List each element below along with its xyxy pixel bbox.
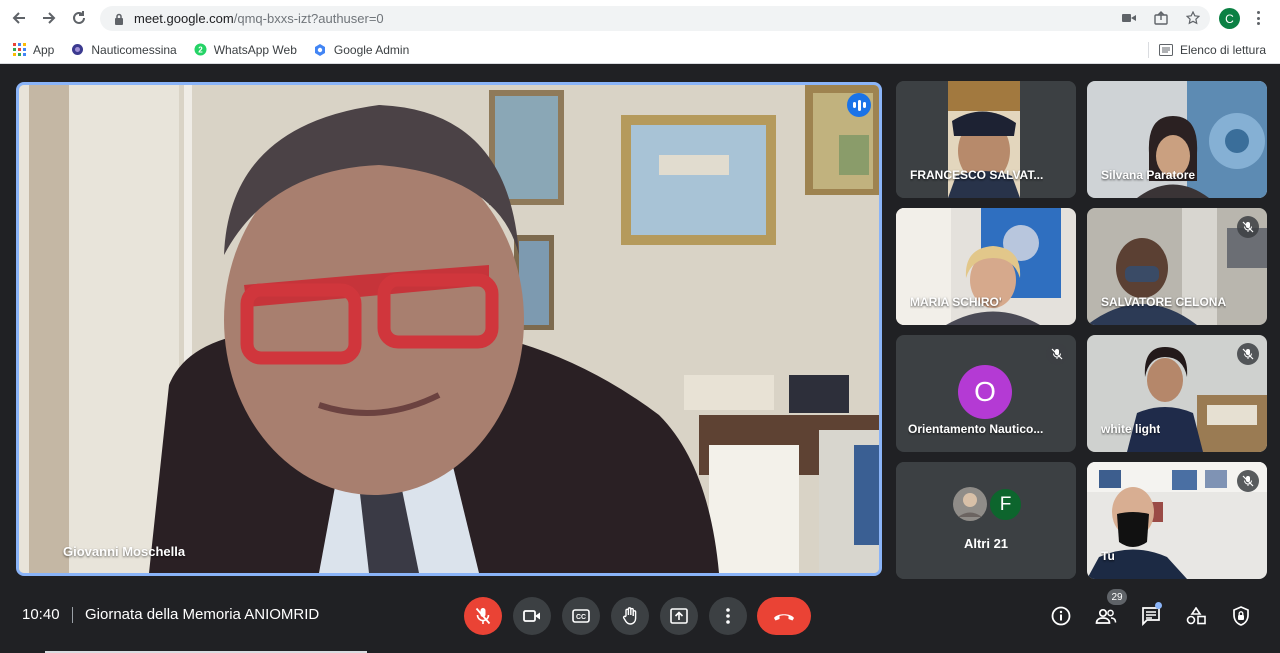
shield-lock-icon <box>1233 606 1249 626</box>
activities-button[interactable] <box>1183 603 1209 629</box>
participant-tile-self[interactable]: Tu <box>1087 462 1267 579</box>
mic-off-button[interactable] <box>464 597 502 635</box>
meeting-clock: 10:40 <box>22 606 60 623</box>
browser-toolbar: meet.google.com/qmq-bxxs-izt?authuser=0 … <box>0 0 1280 36</box>
meeting-title: Giornata della Memoria ANIOMRID <box>85 606 320 623</box>
muted-mic-icon <box>1237 470 1259 492</box>
participant-tile-orientamento[interactable]: O Orientamento Nautico... <box>896 335 1076 452</box>
bookmark-apps[interactable]: App <box>12 42 54 57</box>
share-icon[interactable] <box>1152 9 1170 27</box>
reading-list[interactable]: Elenco di lettura <box>1147 42 1266 58</box>
info-icon <box>1051 606 1071 626</box>
speaking-indicator-icon <box>847 93 871 117</box>
more-vert-icon[interactable] <box>1252 9 1264 27</box>
participant-name: white light <box>1101 422 1161 436</box>
reading-list-label: Elenco di lettura <box>1179 43 1266 57</box>
bookmark-nauticomessina[interactable]: Nauticomessina <box>70 42 177 57</box>
participant-tile-white-light[interactable]: white light <box>1087 335 1267 452</box>
profile-avatar[interactable]: C <box>1219 8 1240 29</box>
present-to-all-icon <box>670 608 688 624</box>
site-favicon-icon <box>70 42 85 57</box>
activities-shapes-icon <box>1186 607 1206 625</box>
reload-icon[interactable] <box>68 7 90 29</box>
reading-list-icon <box>1158 44 1173 56</box>
camera-button[interactable] <box>513 597 551 635</box>
apps-grid-icon <box>12 42 27 57</box>
videocam-icon <box>523 610 540 622</box>
lock-icon[interactable] <box>112 12 126 26</box>
meet-control-bar: 10:40 Giornata della Memoria ANIOMRID CC… <box>0 583 1280 653</box>
closed-captions-icon: CC <box>572 609 590 623</box>
whatsapp-icon: 2 <box>193 42 208 57</box>
svg-text:CC: CC <box>576 614 586 621</box>
call-end-icon <box>774 614 794 621</box>
participant-name: Orientamento Nautico... <box>908 422 1044 436</box>
back-arrow-icon[interactable] <box>8 7 30 29</box>
host-controls-button[interactable] <box>1228 603 1254 629</box>
clock-divider <box>72 607 73 623</box>
participant-tile-others[interactable]: F Altri 21 <box>896 462 1076 579</box>
bookmarks-bar: App Nauticomessina 2 WhatsApp Web Google… <box>0 36 1280 64</box>
leave-call-button[interactable] <box>757 597 811 635</box>
raise-hand-button[interactable] <box>611 597 649 635</box>
chat-icon <box>1142 607 1160 626</box>
meeting-details-button[interactable] <box>1048 603 1074 629</box>
google-admin-icon <box>313 42 328 57</box>
camera-indicator-icon[interactable] <box>1120 9 1138 27</box>
other-participant-avatar: F <box>988 487 1023 522</box>
main-speaker-video <box>19 85 879 573</box>
others-avatars <box>896 462 1076 579</box>
bookmark-label: App <box>33 42 55 57</box>
participant-name: SALVATORE CELONA <box>1101 295 1227 309</box>
present-screen-button[interactable] <box>660 597 698 635</box>
muted-mic-icon <box>1237 343 1259 365</box>
bookmark-label: Nauticomessina <box>91 42 177 57</box>
participant-avatar: O <box>958 365 1012 419</box>
bookmark-label: Google Admin <box>333 42 410 57</box>
people-button[interactable] <box>1093 603 1119 629</box>
bookmark-google-admin[interactable]: Google Admin <box>313 42 409 57</box>
more-vert-icon <box>726 608 730 624</box>
url-text: meet.google.com/qmq-bxxs-izt?authuser=0 <box>134 11 384 26</box>
captions-button[interactable]: CC <box>562 597 600 635</box>
participant-name: Tu <box>1101 549 1115 563</box>
svg-text:2: 2 <box>198 46 203 55</box>
address-bar[interactable]: meet.google.com/qmq-bxxs-izt?authuser=0 <box>100 6 1210 31</box>
participant-name: MARIA SCHIRO' <box>910 295 1002 309</box>
bookmark-star-icon[interactable] <box>1184 9 1202 27</box>
muted-mic-icon <box>1237 216 1259 238</box>
url-host: meet.google.com <box>134 11 234 26</box>
people-icon <box>1095 608 1117 624</box>
more-options-button[interactable] <box>709 597 747 635</box>
main-speaker-name: Giovanni Moschella <box>63 544 186 559</box>
participant-tile-maria[interactable]: MARIA SCHIRO' <box>896 208 1076 325</box>
participant-tile-francesco[interactable]: FRANCESCO SALVAT... <box>896 81 1076 198</box>
new-message-dot <box>1155 602 1162 609</box>
meet-stage: Giovanni Moschella FRANCESCO SALVAT... S… <box>0 65 1280 653</box>
participant-name: Silvana Paratore <box>1101 168 1196 182</box>
muted-mic-icon <box>1046 343 1068 365</box>
bookmark-label: WhatsApp Web <box>213 42 297 57</box>
raise-hand-icon <box>623 607 637 625</box>
participant-name: FRANCESCO SALVAT... <box>910 168 1044 182</box>
bookmark-whatsapp[interactable]: 2 WhatsApp Web <box>193 42 297 57</box>
mic-off-icon <box>475 607 491 625</box>
url-path: /qmq-bxxs-izt?authuser=0 <box>233 11 384 26</box>
others-count-label: Altri 21 <box>963 536 1009 551</box>
bookmark-separator <box>1147 42 1149 58</box>
participant-tile-salvatore[interactable]: SALVATORE CELONA <box>1087 208 1267 325</box>
forward-arrow-icon[interactable] <box>38 7 60 29</box>
participant-tile-silvana[interactable]: Silvana Paratore <box>1087 81 1267 198</box>
main-speaker-tile[interactable]: Giovanni Moschella <box>16 82 882 576</box>
